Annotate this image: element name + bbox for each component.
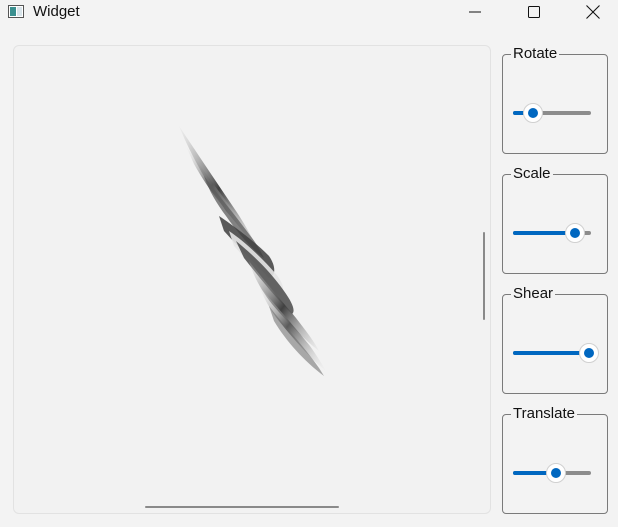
scale-label: Scale: [511, 165, 553, 183]
window-title: Widget: [33, 3, 80, 20]
slider-thumb-dot: [584, 348, 594, 358]
twisted-swirl-graphic: [179, 126, 326, 376]
maximize-icon: [528, 6, 540, 18]
maximize-button[interactable]: [511, 0, 557, 24]
slider-thumb-dot: [551, 468, 561, 478]
slider-thumb-dot: [570, 228, 580, 238]
app-window-icon: [8, 5, 24, 18]
close-icon: [586, 5, 600, 19]
shear-slider[interactable]: [513, 343, 599, 363]
shear-group: Shear: [502, 285, 608, 394]
rotate-group: Rotate: [502, 45, 608, 154]
close-button[interactable]: [570, 0, 616, 24]
widget-window: Widget Rotate Scale Shear Translate: [0, 0, 618, 527]
slider-thumb[interactable]: [523, 103, 543, 123]
graphics-view[interactable]: [13, 45, 491, 514]
minimize-button[interactable]: [452, 0, 498, 24]
title-bar[interactable]: Widget: [0, 0, 618, 24]
rotate-label: Rotate: [511, 45, 560, 63]
vertical-scrollbar[interactable]: [483, 232, 485, 320]
translate-group: Translate: [502, 405, 608, 514]
slider-thumb[interactable]: [546, 463, 566, 483]
slider-thumb-dot: [528, 108, 538, 118]
rotate-slider[interactable]: [513, 103, 591, 123]
slider-thumb[interactable]: [579, 343, 599, 363]
scale-slider[interactable]: [513, 223, 591, 243]
translate-label: Translate: [511, 405, 577, 423]
scale-group: Scale: [502, 165, 608, 274]
shear-label: Shear: [511, 285, 556, 303]
minimize-icon: [469, 11, 481, 13]
horizontal-scrollbar[interactable]: [145, 506, 339, 508]
slider-thumb[interactable]: [565, 223, 585, 243]
translate-slider[interactable]: [513, 463, 591, 483]
slider-fill: [513, 351, 589, 355]
